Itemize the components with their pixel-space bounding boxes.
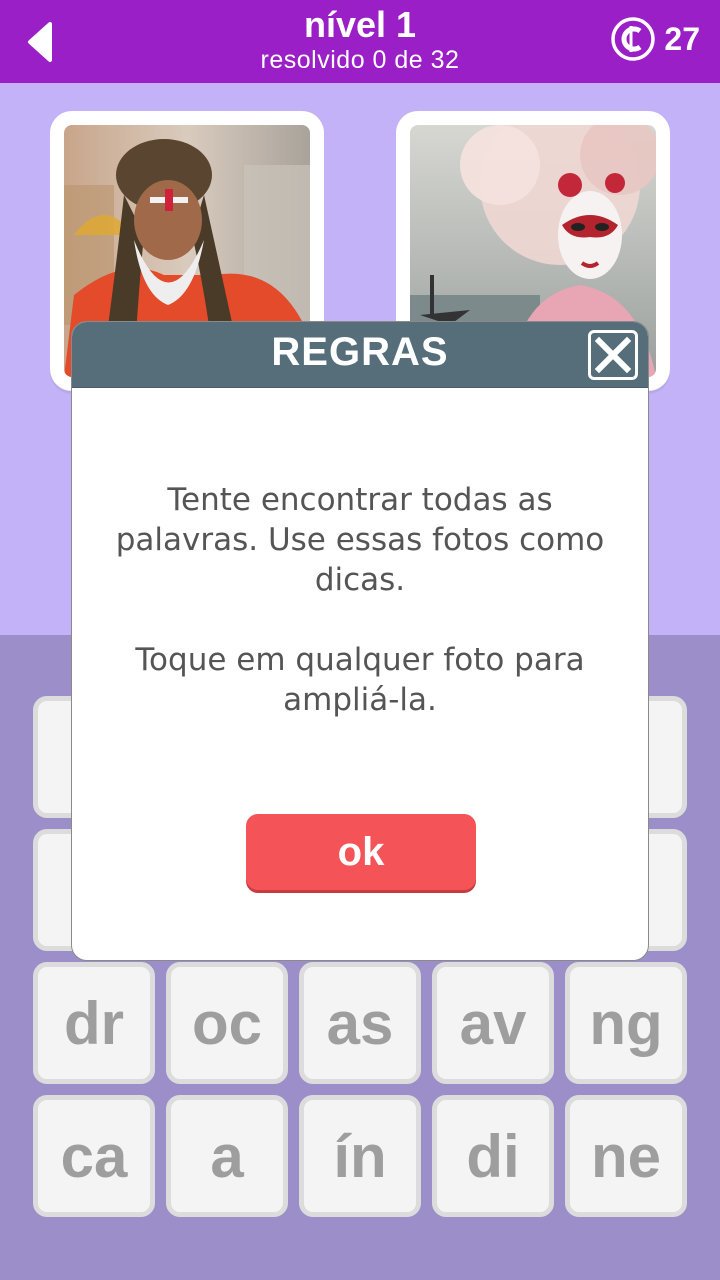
- rules-text-1: Tente encontrar todas as palavras. Use e…: [115, 482, 605, 598]
- level-info: nível 1 resolvido 0 de 32: [160, 4, 560, 74]
- dialog-header: REGRAS: [72, 322, 648, 388]
- dialog-title: REGRAS: [271, 330, 449, 374]
- tile[interactable]: a: [166, 1095, 288, 1217]
- tile[interactable]: ín: [299, 1095, 421, 1217]
- tile[interactable]: dr: [33, 962, 155, 1084]
- level-title: nível 1: [303, 4, 417, 45]
- coin-count: 27: [664, 20, 700, 57]
- tile[interactable]: ng: [565, 962, 687, 1084]
- tile[interactable]: ca: [33, 1095, 155, 1217]
- top-bar: nível 1 resolvido 0 de 32 27: [0, 0, 720, 83]
- dialog-body: Tente encontrar todas as palavras. Use e…: [92, 480, 628, 760]
- ok-button[interactable]: ok: [246, 814, 476, 890]
- tile[interactable]: ne: [565, 1095, 687, 1217]
- back-button[interactable]: [20, 18, 68, 66]
- back-arrow-icon: [28, 22, 52, 62]
- close-button[interactable]: [588, 330, 638, 380]
- tile[interactable]: av: [432, 962, 554, 1084]
- rules-dialog: REGRAS Tente encontrar todas as palavras…: [71, 321, 649, 961]
- tile[interactable]: oc: [166, 962, 288, 1084]
- tile[interactable]: as: [299, 962, 421, 1084]
- close-icon: [594, 336, 632, 374]
- coin-counter[interactable]: 27: [610, 15, 700, 63]
- tile[interactable]: di: [432, 1095, 554, 1217]
- level-progress: resolvido 0 de 32: [260, 46, 460, 74]
- rules-text-2: Toque em qualquer foto para ampliá-la.: [135, 642, 585, 718]
- coin-icon: [611, 17, 656, 61]
